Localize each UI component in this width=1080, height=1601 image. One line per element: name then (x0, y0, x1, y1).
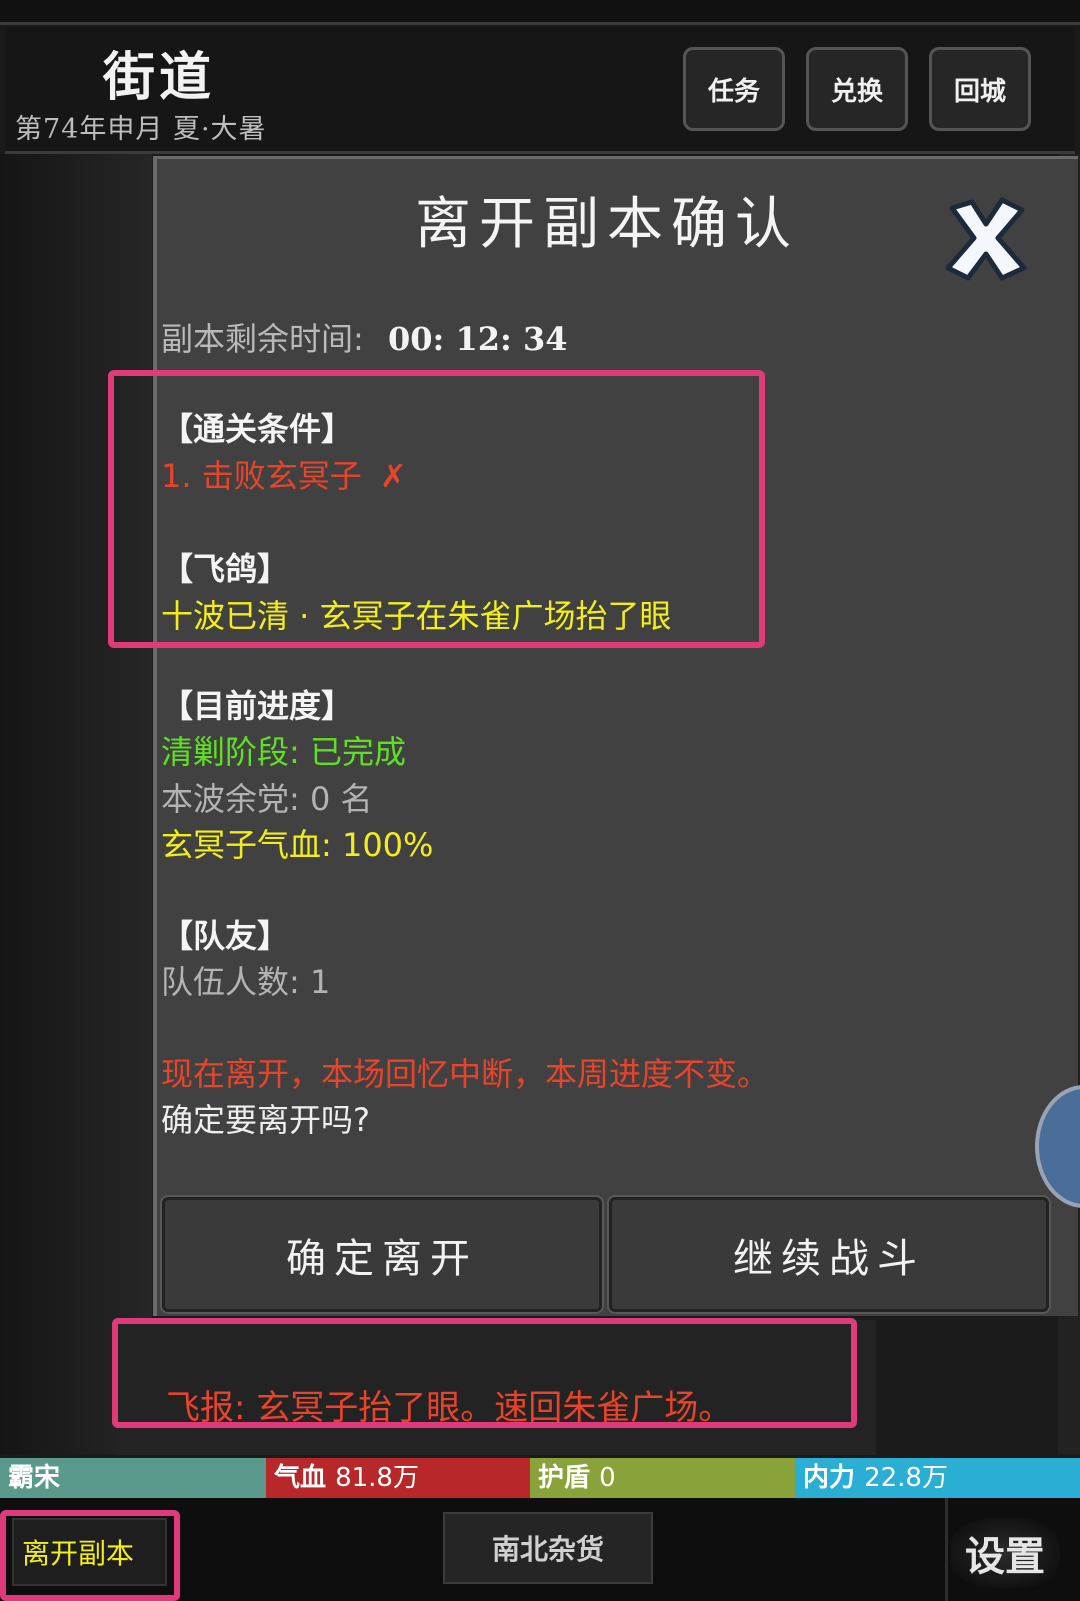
background-panel (0, 154, 152, 1454)
mp-value: 22.8万 (864, 1463, 948, 1493)
highlight-box (0, 1510, 180, 1601)
location-title: 街道 (103, 47, 216, 108)
game-date: 第74年申月 夏·大暑 (15, 114, 267, 145)
timer-label: 副本剩余时间: (161, 320, 364, 358)
exchange-button[interactable]: 兑换 (806, 47, 908, 131)
player-name-bar: 霸宋 (0, 1458, 266, 1498)
shield-value: 0 (599, 1463, 616, 1493)
confirm-leave-button[interactable]: 确定离开 (160, 1195, 604, 1314)
location-header: 街道 第74年申月 夏·大暑 任务 兑换 回城 (5, 27, 1075, 154)
progress-stage: 清剿阶段: 已完成 (161, 733, 406, 771)
progress-title: 【目前进度】 (161, 687, 354, 725)
hp-bar: 气血 81.8万 (266, 1458, 530, 1498)
hp-label: 气血 (274, 1463, 327, 1493)
shield-bar: 护盾 0 (530, 1458, 795, 1498)
team-title: 【队友】 (161, 917, 290, 955)
hp-value: 81.8万 (335, 1463, 419, 1493)
continue-battle-button[interactable]: 继续战斗 (607, 1195, 1051, 1314)
highlight-box (112, 1318, 857, 1428)
timer-value: 00: 12: 34 (387, 320, 568, 358)
close-icon[interactable] (942, 194, 1030, 282)
timer-row: 副本剩余时间: 00: 12: 34 (161, 314, 567, 360)
progress-boss-hp: 玄冥子气血: 100% (161, 826, 434, 864)
leave-dungeon-dialog: 离开副本确认 副本剩余时间: 00: 12: 34 【通关条件】 1. 击败玄冥… (153, 156, 1078, 1316)
highlight-box (108, 370, 765, 648)
leave-warning: 现在离开，本场回忆中断，本周进度不变。 (161, 1055, 770, 1093)
progress-enemies: 本波余党: 0 名 (161, 780, 373, 818)
settings-button[interactable]: 设置 (950, 1518, 1060, 1588)
shop-button[interactable]: 南北杂货 (443, 1512, 653, 1584)
team-count: 队伍人数: 1 (161, 963, 331, 1001)
player-name: 霸宋 (8, 1463, 61, 1493)
dialog-title: 离开副本确认 (415, 192, 799, 257)
confirm-question: 确定要离开吗? (161, 1101, 370, 1139)
tasks-button[interactable]: 任务 (683, 47, 785, 131)
return-city-button[interactable]: 回城 (929, 47, 1031, 131)
top-strip (0, 0, 1080, 25)
nav-divider (945, 1498, 948, 1601)
mp-bar: 内力 22.8万 (795, 1458, 1080, 1498)
shield-label: 护盾 (538, 1463, 591, 1493)
mp-label: 内力 (803, 1463, 856, 1493)
